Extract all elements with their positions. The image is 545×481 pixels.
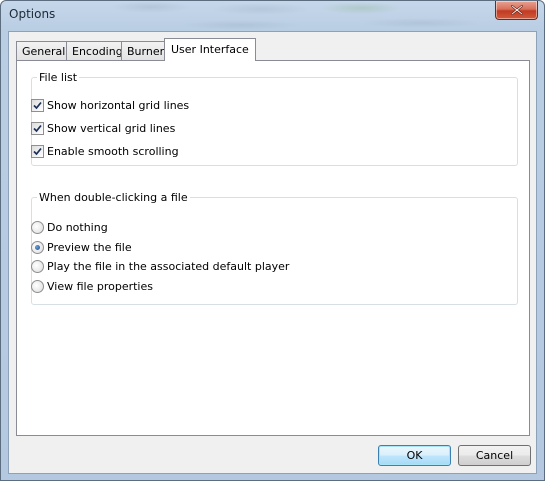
checkbox-box[interactable]: [31, 144, 44, 158]
options-dialog: Options General Encoding Burner User Int…: [0, 0, 545, 481]
double-click-legend: When double-clicking a file: [39, 191, 188, 204]
titlebar-background: [61, 1, 481, 31]
checkbox-label: Show vertical grid lines: [47, 121, 176, 135]
checkbox-box[interactable]: [31, 98, 44, 112]
radio-circle[interactable]: [31, 240, 44, 254]
user-interface-panel: File list Show horizontal grid lines Sho…: [16, 60, 530, 436]
do-nothing-radio[interactable]: Do nothing: [31, 219, 108, 235]
radio-label: View file properties: [47, 279, 153, 293]
tab-encoding[interactable]: Encoding: [66, 41, 129, 60]
radio-circle[interactable]: [31, 259, 44, 273]
radio-circle[interactable]: [31, 220, 44, 234]
tab-label: General: [22, 45, 66, 58]
tab-label: Burner: [127, 45, 165, 58]
checkmark-icon: [33, 147, 42, 155]
tab-burner[interactable]: Burner: [121, 41, 171, 60]
file-list-legend: File list: [39, 71, 78, 84]
view-file-properties-radio[interactable]: View file properties: [31, 278, 153, 294]
checkmark-icon: [33, 124, 42, 132]
checkbox-label: Show horizontal grid lines: [47, 98, 190, 112]
radio-circle[interactable]: [31, 279, 44, 293]
tab-general[interactable]: General: [16, 41, 72, 60]
show-horizontal-grid-lines-checkbox[interactable]: Show horizontal grid lines: [31, 97, 189, 113]
checkmark-icon: [33, 101, 42, 109]
ok-button[interactable]: OK: [378, 445, 451, 466]
close-button[interactable]: [495, 1, 538, 20]
play-in-default-player-radio[interactable]: Play the file in the associated default …: [31, 258, 289, 274]
tab-label: Encoding: [72, 45, 123, 58]
window-title: Options: [9, 7, 56, 21]
radio-label: Play the file in the associated default …: [47, 259, 290, 273]
radio-label: Do nothing: [47, 220, 108, 234]
checkbox-box[interactable]: [31, 121, 44, 135]
radio-label: Preview the file: [47, 240, 132, 254]
show-vertical-grid-lines-checkbox[interactable]: Show vertical grid lines: [31, 120, 175, 136]
tab-label: User Interface: [171, 43, 249, 56]
tab-user-interface[interactable]: User Interface: [164, 38, 256, 61]
radio-selected-dot: [35, 244, 40, 250]
dialog-client-area: General Encoding Burner User Interface F…: [8, 31, 537, 474]
enable-smooth-scrolling-checkbox[interactable]: Enable smooth scrolling: [31, 143, 179, 159]
cancel-button[interactable]: Cancel: [458, 445, 531, 466]
preview-the-file-radio[interactable]: Preview the file: [31, 239, 132, 255]
close-icon: [511, 5, 523, 15]
checkbox-label: Enable smooth scrolling: [47, 144, 179, 158]
